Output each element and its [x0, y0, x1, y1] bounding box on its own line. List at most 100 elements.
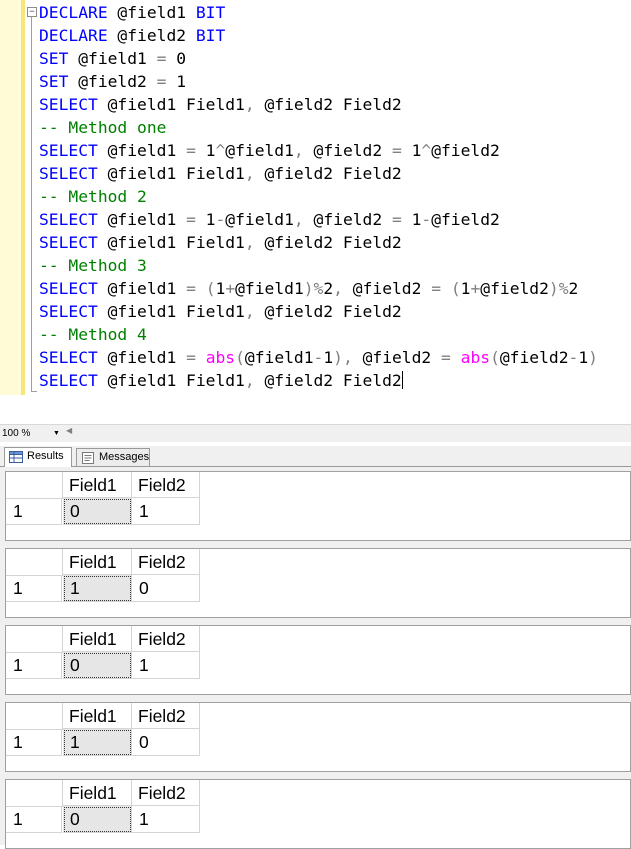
row-header[interactable]: 1	[6, 652, 62, 679]
scroll-left-icon[interactable]: ◀	[66, 426, 72, 435]
code-line[interactable]: SELECT @field1 = (1+@field1)%2, @field2 …	[39, 277, 598, 300]
column-header-field1[interactable]: Field1	[63, 472, 132, 498]
code-line[interactable]: SELECT @field1 Field1, @field2 Field2	[39, 369, 598, 392]
column-header-field1[interactable]: Field1	[63, 703, 132, 729]
tab-messages[interactable]: Messages	[76, 448, 150, 466]
code-token: @field1	[225, 141, 294, 160]
code-text[interactable]: DECLARE @field1 BIT DECLARE @field2 BIT SE…	[39, 1, 598, 392]
cell-field1[interactable]: 1	[63, 729, 132, 756]
code-token: @field2 Field2	[254, 164, 402, 183]
code-token: SELECT	[39, 95, 98, 114]
code-token: @field2	[68, 72, 157, 91]
results-tabs: Results Messages	[0, 446, 631, 467]
change-indicator-bar	[21, 0, 25, 395]
code-line[interactable]: -- Method 3	[39, 254, 598, 277]
code-line[interactable]: SET @field2 = 1	[39, 70, 598, 93]
grid-corner[interactable]	[6, 780, 63, 807]
column-header-field2[interactable]: Field2	[132, 626, 200, 652]
code-token: @field2 Field2	[254, 233, 402, 252]
cell-field1[interactable]: 0	[63, 806, 132, 833]
column-header-field1[interactable]: Field1	[63, 626, 132, 652]
code-token: -- Method 2	[39, 187, 147, 206]
code-token: SET	[39, 49, 69, 68]
code-line[interactable]: DECLARE @field2 BIT	[39, 24, 598, 47]
code-token: @field1	[235, 279, 304, 298]
code-line[interactable]: SET @field1 = 0	[39, 47, 598, 70]
code-token: ,	[293, 141, 304, 160]
row-header[interactable]: 1	[6, 575, 62, 602]
column-header-field1[interactable]: Field1	[63, 549, 132, 575]
code-token: @field1	[97, 279, 187, 298]
column-header-field2[interactable]: Field2	[132, 549, 200, 575]
code-token: @field1 Field1	[97, 95, 245, 114]
row-header[interactable]: 1	[6, 729, 62, 756]
code-token: ^	[215, 141, 226, 160]
code-token: 1	[215, 279, 226, 298]
cell-field2[interactable]: 1	[132, 806, 200, 833]
cell-field2[interactable]: 1	[132, 498, 200, 525]
code-token: -- Method one	[39, 118, 167, 137]
code-token: SELECT	[39, 371, 98, 390]
code-token: (	[235, 348, 245, 367]
code-token: 2	[568, 279, 579, 298]
code-token: BIT	[195, 3, 226, 22]
grid-corner[interactable]	[6, 549, 63, 576]
grid-corner[interactable]	[6, 626, 63, 653]
cell-field2[interactable]: 0	[132, 575, 200, 602]
code-token: =	[391, 141, 402, 160]
code-token: @field1	[107, 3, 196, 22]
code-token: @field2 Field2	[254, 371, 402, 390]
grid-corner[interactable]	[6, 703, 63, 730]
zoom-select[interactable]: 100 % ▼	[2, 427, 60, 440]
result-grid[interactable]: Field1 Field2 1 0 1	[5, 779, 631, 849]
code-token: ^	[421, 141, 432, 160]
code-line[interactable]: SELECT @field1 Field1, @field2 Field2	[39, 231, 598, 254]
code-line[interactable]: SELECT @field1 Field1, @field2 Field2	[39, 162, 598, 185]
code-token: SELECT	[39, 233, 98, 252]
column-header-field2[interactable]: Field2	[132, 472, 200, 498]
code-token: -	[568, 348, 579, 367]
tab-results-label: Results	[27, 450, 64, 462]
result-grid[interactable]: Field1 Field2 1 1 0	[5, 702, 631, 772]
chevron-down-icon[interactable]: ▼	[53, 427, 60, 440]
cell-field1[interactable]: 0	[63, 652, 132, 679]
code-token: 1	[166, 72, 187, 91]
code-line[interactable]: -- Method one	[39, 116, 598, 139]
code-line[interactable]: SELECT @field1 = 1-@field1, @field2 = 1-…	[39, 208, 598, 231]
code-token: @field1 Field1	[97, 371, 245, 390]
code-line[interactable]: -- Method 2	[39, 185, 598, 208]
tab-results[interactable]: Results	[4, 447, 72, 467]
column-header-field2[interactable]: Field2	[132, 703, 200, 729]
text-cursor	[401, 371, 403, 389]
code-line[interactable]: SELECT @field1 = 1^@field1, @field2 = 1^…	[39, 139, 598, 162]
row-header[interactable]: 1	[6, 806, 62, 833]
code-line[interactable]: SELECT @field1 Field1, @field2 Field2	[39, 93, 598, 116]
code-token: @field2	[499, 348, 569, 367]
cell-field2[interactable]: 0	[132, 729, 200, 756]
code-line[interactable]: SELECT @field1 Field1, @field2 Field2	[39, 300, 598, 323]
cell-field2[interactable]: 1	[132, 652, 200, 679]
column-header-field1[interactable]: Field1	[63, 780, 132, 806]
code-token: @field1	[97, 348, 187, 367]
result-grid[interactable]: Field1 Field2 1 1 0	[5, 548, 631, 618]
query-editor[interactable]: − DECLARE @field1 BIT DECLARE @field2 BIT…	[0, 0, 631, 424]
collapse-toggle-icon[interactable]: −	[27, 7, 37, 17]
column-header-field2[interactable]: Field2	[132, 780, 200, 806]
code-token: DECLARE	[39, 26, 108, 45]
code-token: ,	[244, 371, 255, 390]
cell-field1[interactable]: 1	[63, 575, 132, 602]
code-token: )%	[548, 279, 569, 298]
code-token: 1	[195, 141, 216, 160]
result-grid[interactable]: Field1 Field2 1 0 1	[5, 625, 631, 695]
cell-field1[interactable]: 0	[63, 498, 132, 525]
code-line[interactable]: DECLARE @field1 BIT	[39, 1, 598, 24]
result-grid[interactable]: Field1 Field2 1 0 1	[5, 471, 631, 541]
code-line[interactable]: -- Method 4	[39, 323, 598, 346]
grid-corner[interactable]	[6, 472, 63, 499]
code-token: +	[225, 279, 236, 298]
row-header[interactable]: 1	[6, 498, 62, 525]
code-line[interactable]: SELECT @field1 = abs(@field1-1), @field2…	[39, 346, 598, 369]
code-token: SET	[39, 72, 69, 91]
code-token: =	[186, 210, 196, 229]
